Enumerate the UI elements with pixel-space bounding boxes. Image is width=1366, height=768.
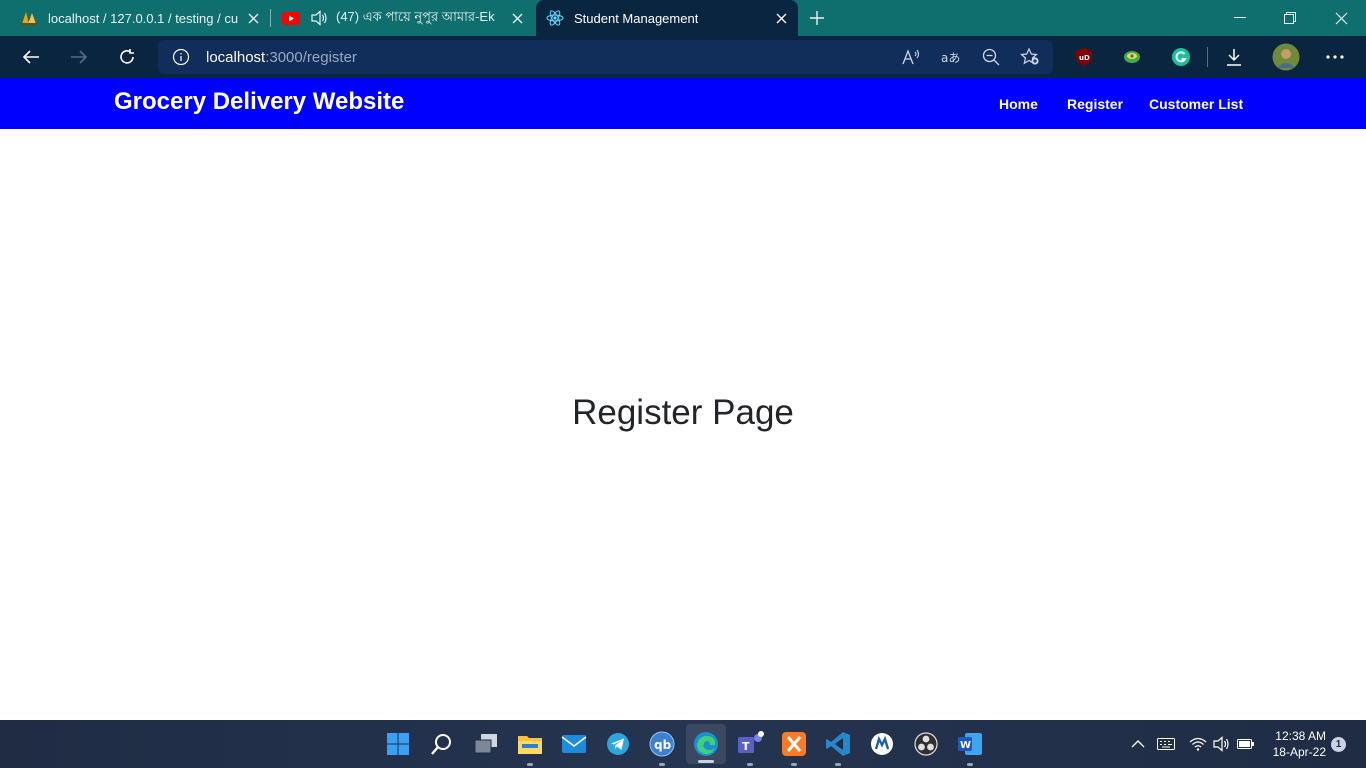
nav-register-link[interactable]: Register: [1067, 96, 1123, 112]
restore-button[interactable]: [1265, 0, 1315, 36]
svg-text:uD: uD: [1079, 54, 1090, 62]
keyboard-icon[interactable]: [1156, 734, 1176, 754]
taskbar-clock[interactable]: 12:38 AM 18-Apr-22: [1262, 728, 1326, 760]
close-window-button[interactable]: [1316, 0, 1366, 36]
telegram-icon[interactable]: [603, 729, 633, 759]
extension-globe-icon[interactable]: [1121, 46, 1143, 68]
wifi-icon[interactable]: [1188, 734, 1208, 754]
tab-title: localhost / 127.0.0.1 / testing / cu: [48, 10, 238, 26]
address-bar[interactable]: localhost:3000/register aあ: [158, 40, 1053, 74]
running-indicator: [527, 763, 533, 766]
add-favorite-icon[interactable]: [1019, 47, 1041, 67]
windows-taskbar: qb T W 12:38 AM 18-Apr-22: [0, 720, 1366, 768]
forward-button[interactable]: [65, 43, 93, 71]
svg-text:qb: qb: [654, 738, 672, 752]
nav-home-link[interactable]: Home: [999, 96, 1038, 112]
forward-arrow-icon: [71, 50, 88, 64]
running-indicator: [659, 763, 665, 766]
tab-phpmyadmin[interactable]: localhost / 127.0.0.1 / testing / cu: [0, 0, 270, 36]
battery-icon[interactable]: [1236, 734, 1256, 754]
browser-toolbar: localhost:3000/register aあ uD: [0, 36, 1366, 78]
vscode-icon[interactable]: [823, 729, 853, 766]
chevron-up-icon[interactable]: [1128, 734, 1148, 754]
downloads-icon[interactable]: [1223, 46, 1245, 68]
task-view-icon[interactable]: [471, 729, 501, 759]
more-menu-icon[interactable]: [1324, 46, 1346, 68]
obs-icon[interactable]: [911, 729, 941, 759]
back-button[interactable]: [17, 43, 45, 71]
close-icon: [1335, 12, 1347, 24]
tab-strip: localhost / 127.0.0.1 / testing / cu (47…: [0, 0, 1366, 36]
back-arrow-icon: [22, 50, 39, 64]
site-brand[interactable]: Grocery Delivery Website: [114, 88, 404, 116]
close-icon[interactable]: [244, 9, 262, 27]
volume-icon[interactable]: [1212, 734, 1232, 754]
new-tab-button[interactable]: [805, 6, 829, 30]
teams-icon[interactable]: T: [735, 729, 765, 766]
running-indicator: [967, 763, 973, 766]
info-icon: [172, 48, 190, 66]
mail-icon[interactable]: [559, 729, 589, 759]
windows-start-icon[interactable]: [383, 729, 413, 759]
restore-icon: [1284, 12, 1296, 24]
notification-badge[interactable]: 1: [1331, 737, 1346, 752]
app-icon[interactable]: [867, 729, 897, 759]
react-icon: [546, 9, 564, 27]
speaker-icon[interactable]: [310, 9, 328, 27]
translate-icon[interactable]: aあ: [940, 47, 962, 67]
url-path: :3000/register: [265, 49, 357, 66]
tab-youtube[interactable]: (47) এক পায়ে নুপুর আমার-Ek: [272, 0, 534, 36]
tab-title: (47) এক পায়ে নুপুর আমার-Ek: [336, 8, 495, 24]
search-icon[interactable]: [427, 729, 457, 759]
svg-text:T: T: [742, 740, 750, 753]
url-host: localhost: [206, 49, 266, 66]
ublock-origin-icon[interactable]: uD: [1073, 46, 1095, 68]
running-indicator: [747, 763, 753, 766]
xampp-icon[interactable]: [779, 729, 809, 766]
reload-button[interactable]: [113, 43, 141, 71]
edge-icon[interactable]: [686, 724, 726, 764]
word-icon[interactable]: W: [955, 729, 985, 766]
minimize-icon: [1234, 17, 1246, 18]
site-navbar: Grocery Delivery Website Home Register C…: [0, 78, 1366, 129]
clock-time: 12:38 AM: [1275, 729, 1326, 743]
youtube-icon: [282, 9, 300, 27]
active-indicator: [698, 760, 714, 763]
profile-avatar[interactable]: [1272, 43, 1300, 71]
url-text: localhost:3000/register: [206, 49, 357, 66]
toolbar-separator: [1207, 47, 1208, 67]
clock-date: 18-Apr-22: [1272, 745, 1326, 759]
grammarly-icon[interactable]: [1170, 46, 1192, 68]
read-aloud-icon[interactable]: [900, 47, 922, 67]
running-indicator: [835, 763, 841, 766]
tab-title: Student Management: [574, 10, 699, 26]
file-explorer-icon[interactable]: [515, 729, 545, 766]
tab-student-management[interactable]: Student Management: [536, 0, 798, 36]
svg-text:W: W: [960, 740, 971, 751]
page-title: Register Page: [572, 393, 794, 432]
running-indicator: [791, 763, 797, 766]
tab-separator: [270, 9, 271, 27]
reload-icon: [120, 49, 134, 64]
close-icon[interactable]: [772, 9, 790, 27]
nav-customer-list-link[interactable]: Customer List: [1149, 96, 1243, 112]
phpmyadmin-icon: [20, 9, 38, 27]
qbittorrent-icon[interactable]: qb: [647, 729, 677, 766]
minimize-button[interactable]: [1215, 0, 1265, 36]
zoom-out-icon[interactable]: [980, 47, 1002, 67]
svg-text:aあ: aあ: [941, 51, 960, 65]
close-icon[interactable]: [508, 9, 526, 27]
plus-icon: [810, 11, 824, 25]
